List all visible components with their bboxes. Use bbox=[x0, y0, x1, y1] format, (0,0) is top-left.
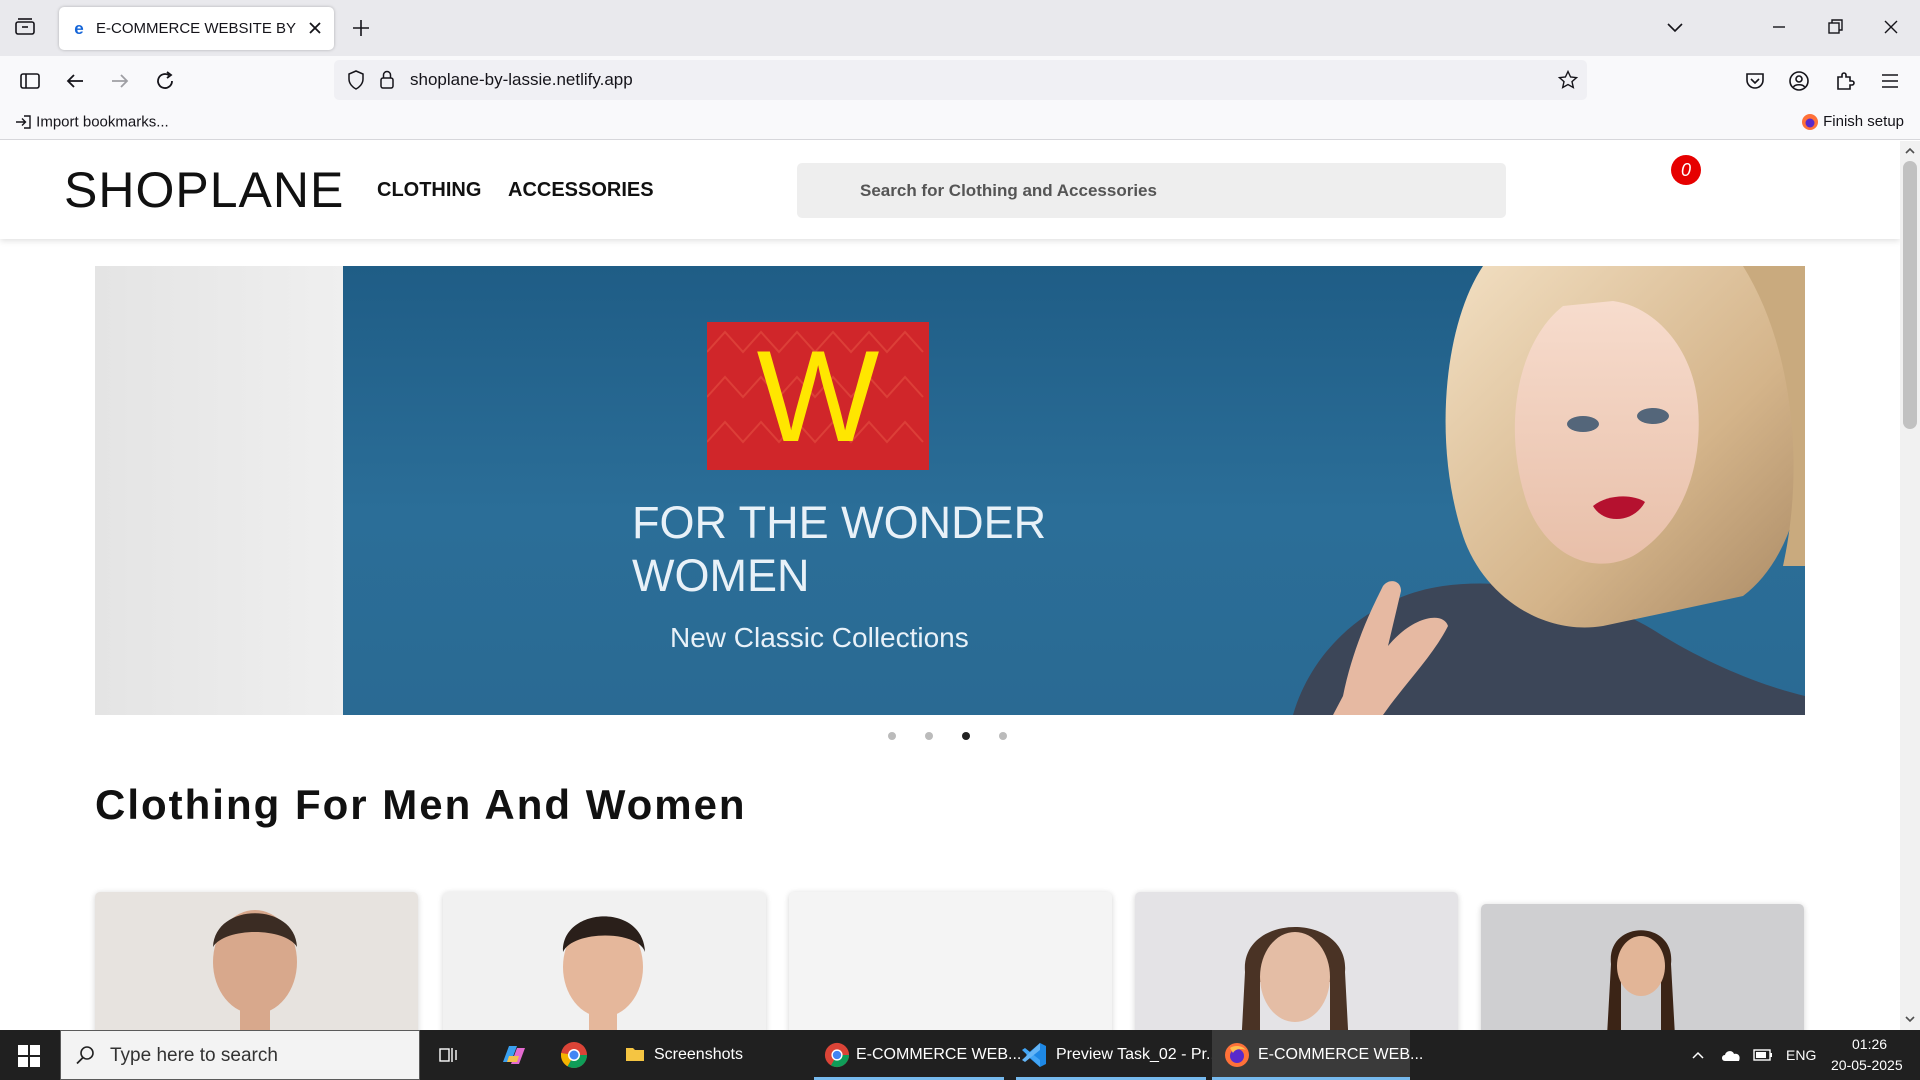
product-image bbox=[1481, 904, 1804, 1030]
taskbar-search-box[interactable]: Type here to search bbox=[60, 1030, 420, 1080]
browser-nav-bar: shoplane-by-lassie.netlify.app bbox=[0, 56, 1920, 104]
page-scrollbar[interactable] bbox=[1900, 141, 1920, 1030]
product-image bbox=[789, 892, 1112, 1030]
chrome-icon bbox=[824, 1042, 850, 1068]
extensions-puzzle-icon[interactable] bbox=[1833, 69, 1857, 93]
tray-chevron-up-icon[interactable] bbox=[1690, 1047, 1706, 1063]
close-window-icon[interactable] bbox=[1880, 16, 1902, 38]
carousel-active-slide: W FOR THE WONDER WOMEN New Classic Colle… bbox=[343, 266, 1805, 715]
taskbar-item-label: E-COMMERCE WEB... bbox=[1258, 1046, 1424, 1063]
slide-subtitle: New Classic Collections bbox=[670, 622, 969, 653]
battery-icon[interactable] bbox=[1752, 1046, 1774, 1064]
brand-letter: W bbox=[756, 323, 880, 469]
restore-window-icon[interactable] bbox=[1824, 16, 1846, 38]
product-image bbox=[1135, 892, 1458, 1030]
hamburger-menu-icon[interactable] bbox=[1878, 69, 1902, 93]
task-view-icon[interactable] bbox=[438, 1044, 460, 1066]
tracking-protection-shield-icon[interactable] bbox=[345, 69, 367, 91]
section-title: Clothing For Men And Women bbox=[95, 781, 747, 828]
carousel-dot-2[interactable] bbox=[925, 732, 933, 740]
product-card[interactable] bbox=[1135, 892, 1458, 1030]
bookmark-star-icon[interactable] bbox=[1557, 69, 1579, 91]
search-box[interactable] bbox=[797, 163, 1506, 218]
bookmarks-toolbar: Import bookmarks... Finish setup bbox=[0, 104, 1920, 140]
list-all-tabs-chevron-icon[interactable] bbox=[1664, 16, 1686, 38]
product-card[interactable] bbox=[789, 892, 1112, 1030]
taskbar-item-screenshots[interactable]: Screenshots bbox=[612, 1030, 812, 1080]
pocket-icon[interactable] bbox=[1743, 69, 1767, 93]
taskbar-item-vscode[interactable]: Preview Task_02 - Pr... bbox=[1016, 1030, 1219, 1080]
finish-setup-button[interactable]: Finish setup bbox=[1801, 113, 1904, 131]
carousel-indicators bbox=[888, 732, 1018, 742]
new-tab-plus-icon[interactable] bbox=[350, 17, 372, 39]
search-icon bbox=[76, 1046, 94, 1065]
lock-icon[interactable] bbox=[377, 69, 397, 91]
carousel-dot-3[interactable] bbox=[962, 732, 970, 740]
import-bookmarks-link[interactable]: Import bookmarks... bbox=[14, 113, 169, 131]
firefox-logo-icon bbox=[1801, 114, 1818, 131]
carousel-dot-1[interactable] bbox=[888, 732, 896, 740]
account-icon[interactable] bbox=[1787, 69, 1811, 93]
taskbar-item-label: Preview Task_02 - Pr... bbox=[1056, 1046, 1220, 1063]
taskbar-item-label: E-COMMERCE WEB... bbox=[856, 1046, 1022, 1063]
slide-title: FOR THE WONDER WOMEN bbox=[632, 497, 1047, 601]
chrome-icon[interactable] bbox=[560, 1041, 588, 1069]
menu-link-accessories[interactable]: ACCESSORIES bbox=[508, 179, 654, 202]
taskbar-item-chrome-window[interactable]: E-COMMERCE WEB... bbox=[814, 1030, 1021, 1080]
language-indicator[interactable]: ENG bbox=[1786, 1047, 1816, 1063]
sidebar-toggle-icon[interactable] bbox=[18, 69, 42, 93]
tab-title: E-COMMERCE WEBSITE BY EDYODA bbox=[96, 20, 296, 37]
scrollbar-thumb[interactable] bbox=[1903, 161, 1917, 429]
product-card[interactable] bbox=[443, 892, 766, 1030]
finish-setup-label: Finish setup bbox=[1823, 113, 1904, 130]
forward-arrow-icon[interactable] bbox=[108, 69, 132, 93]
address-bar[interactable]: shoplane-by-lassie.netlify.app bbox=[334, 60, 1587, 100]
url-text: shoplane-by-lassie.netlify.app bbox=[410, 70, 633, 89]
product-card[interactable] bbox=[95, 892, 418, 1030]
browser-tab-active[interactable]: e E-COMMERCE WEBSITE BY EDYODA bbox=[59, 7, 334, 50]
import-bookmarks-label: Import bookmarks... bbox=[36, 113, 169, 131]
product-image bbox=[95, 892, 418, 1030]
hero-carousel[interactable]: W FOR THE WONDER WOMEN New Classic Colle… bbox=[95, 266, 1805, 715]
taskbar-item-label: Screenshots bbox=[654, 1046, 743, 1063]
windows-taskbar: Type here to search Screenshots E-COMMER… bbox=[0, 1030, 1920, 1080]
brand-logo: W bbox=[707, 322, 929, 470]
clock-time[interactable]: 01:26 bbox=[1852, 1036, 1887, 1052]
site-logo[interactable]: SHOPLANE bbox=[64, 161, 344, 219]
copilot-icon[interactable] bbox=[499, 1042, 527, 1068]
page-viewport: SHOPLANE CLOTHING ACCESSORIES 0 W FOR TH… bbox=[0, 141, 1900, 1030]
site-favicon-icon: e bbox=[74, 19, 84, 38]
product-image bbox=[443, 892, 766, 1030]
cart-count-badge[interactable]: 0 bbox=[1671, 155, 1701, 185]
windows-start-icon[interactable] bbox=[18, 1045, 40, 1067]
scroll-down-arrow-icon[interactable] bbox=[1904, 1013, 1916, 1025]
site-header: SHOPLANE CLOTHING ACCESSORIES 0 bbox=[0, 141, 1900, 239]
minimize-window-icon[interactable] bbox=[1768, 16, 1790, 38]
folder-icon bbox=[626, 1048, 644, 1061]
firefox-icon bbox=[1225, 1043, 1249, 1067]
taskbar-search-placeholder: Type here to search bbox=[110, 1045, 278, 1066]
browser-tab-bar: e E-COMMERCE WEBSITE BY EDYODA bbox=[0, 0, 1920, 56]
carousel-dot-4[interactable] bbox=[999, 732, 1007, 740]
tab-close-icon[interactable] bbox=[306, 19, 324, 37]
model-photo bbox=[1293, 266, 1805, 715]
back-arrow-icon[interactable] bbox=[63, 69, 87, 93]
reload-icon[interactable] bbox=[153, 69, 177, 93]
clock-date[interactable]: 20-05-2025 bbox=[1831, 1057, 1903, 1073]
vscode-icon bbox=[1022, 1043, 1046, 1067]
onedrive-cloud-icon[interactable] bbox=[1720, 1046, 1742, 1064]
product-card[interactable] bbox=[1481, 904, 1804, 1030]
scroll-up-arrow-icon[interactable] bbox=[1904, 145, 1916, 157]
import-icon bbox=[16, 115, 31, 129]
tab-list-icon[interactable] bbox=[14, 16, 36, 38]
taskbar-item-firefox-active[interactable]: E-COMMERCE WEB... bbox=[1212, 1030, 1423, 1080]
search-input[interactable] bbox=[797, 163, 1506, 218]
carousel-previous-slide bbox=[95, 266, 343, 715]
menu-link-clothing[interactable]: CLOTHING bbox=[377, 179, 481, 202]
